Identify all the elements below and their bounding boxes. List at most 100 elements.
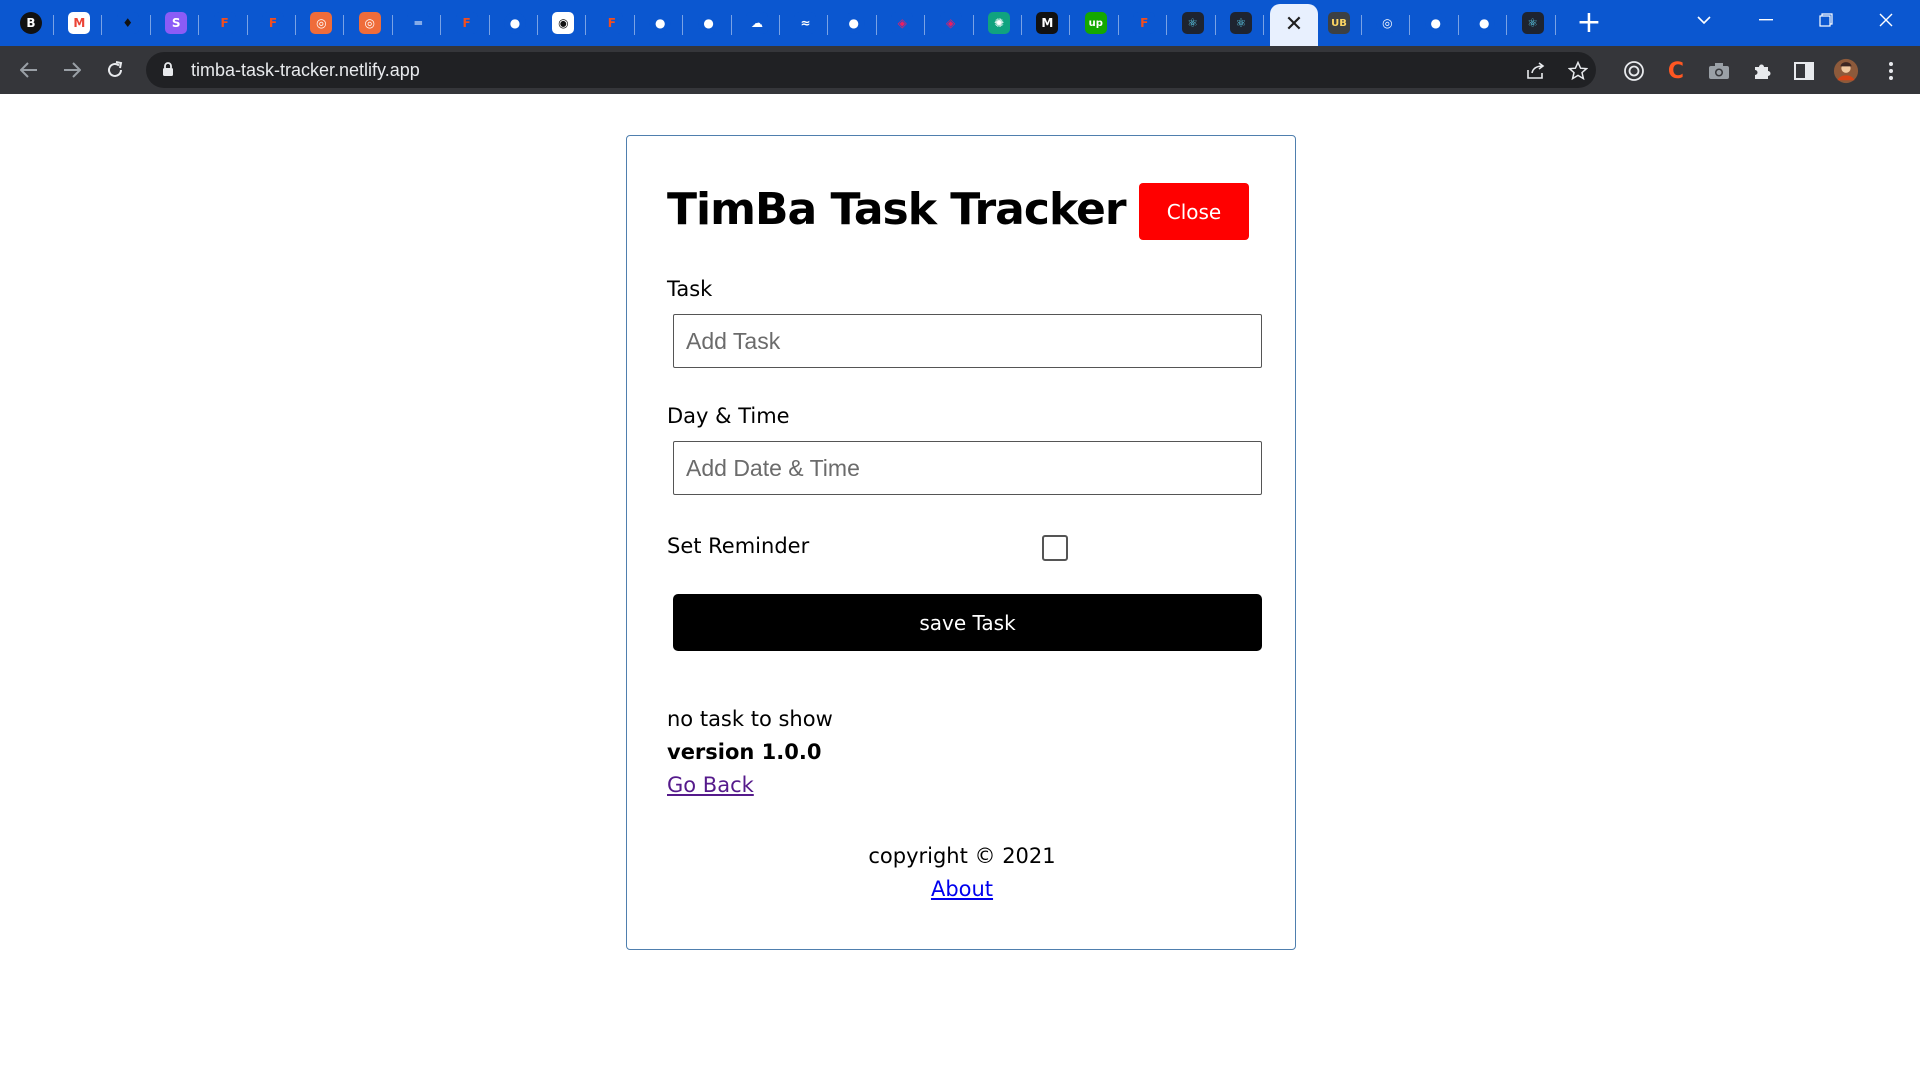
browser-tab[interactable]: ● — [1413, 4, 1459, 42]
browser-tab[interactable]: ♦ — [105, 4, 151, 42]
go-back-link[interactable]: Go Back — [667, 773, 754, 797]
bookmark-button[interactable] — [1567, 60, 1589, 82]
tab-separator — [149, 15, 151, 35]
back-button[interactable] — [12, 54, 46, 86]
browser-tab[interactable]: ● — [637, 4, 684, 42]
tab-separator — [440, 15, 442, 35]
restore-icon — [1819, 13, 1833, 27]
github-icon: ● — [649, 12, 672, 34]
active-tab[interactable]: ✕ — [1270, 4, 1318, 46]
side-panel-button[interactable] — [1791, 58, 1817, 84]
gem-favicon-icon: ♦ — [116, 12, 139, 34]
browser-tab[interactable]: up — [1073, 4, 1119, 42]
gmail-icon: M — [68, 12, 91, 34]
browser-tab[interactable]: S — [153, 4, 200, 42]
extension-camera-button[interactable] — [1706, 58, 1732, 84]
tab-separator — [779, 15, 780, 35]
layers-favicon-icon: ◈ — [891, 12, 914, 34]
address-bar[interactable]: timba-task-tracker.netlify.app — [146, 52, 1596, 88]
browser-tab[interactable]: ◈ — [928, 4, 974, 42]
tab-separator — [537, 15, 538, 35]
figma-icon: F — [1133, 12, 1156, 34]
browser-tab[interactable]: ◎ — [347, 4, 393, 42]
version-text: version 1.0.0 — [667, 740, 822, 764]
forward-button[interactable] — [55, 54, 89, 86]
github-icon: ● — [697, 12, 720, 34]
browser-tab[interactable]: F — [589, 4, 635, 42]
browser-tab[interactable]: ● — [492, 4, 538, 42]
browser-tab[interactable]: F — [250, 4, 296, 42]
tab-separator — [827, 15, 829, 35]
extension-c-button[interactable]: C — [1663, 58, 1689, 84]
browser-tab[interactable]: ⚛ — [1218, 4, 1264, 42]
browser-tab[interactable]: ☁ — [734, 4, 780, 42]
browser-tab[interactable]: ● — [1461, 4, 1508, 42]
chatgpt-icon: ✺ — [988, 12, 1010, 34]
browser-tab[interactable]: ◎ — [1364, 4, 1411, 42]
reload-button[interactable] — [98, 54, 132, 86]
tab-separator — [682, 15, 684, 35]
close-form-button[interactable]: Close — [1139, 183, 1249, 240]
browser-tab[interactable]: ✺ — [976, 4, 1022, 42]
browser-tab-strip: B M ♦ S F F ◎ ◎ ═ F ● ◉ F ● ● ☁ ≈ ● ◈ ◈ ✺ Mup F ⚛ ⚛ ✕ UB ◎ ● ● ⚛ + — [0, 0, 1920, 46]
react-icon: ⚛ — [1181, 12, 1204, 34]
profile-avatar[interactable] — [1833, 58, 1859, 84]
copyright-text: copyright © 2021 — [868, 844, 1056, 868]
tab-separator — [875, 15, 877, 35]
browser-tab[interactable]: M — [56, 4, 103, 42]
save-task-button[interactable]: save Task — [673, 594, 1262, 651]
tab-separator — [1166, 15, 1168, 35]
tab-separator — [295, 15, 296, 35]
browser-tab[interactable]: ⚛ — [1510, 4, 1556, 42]
url-text[interactable]: timba-task-tracker.netlify.app — [191, 60, 420, 81]
badge-favicon-icon: ◉ — [552, 12, 575, 34]
minimize-button[interactable] — [1736, 0, 1796, 40]
browser-tab[interactable]: M — [1024, 4, 1071, 42]
forward-arrow-icon — [64, 62, 81, 78]
medium-icon: M — [1036, 12, 1059, 34]
reminder-checkbox[interactable] — [1042, 535, 1068, 561]
new-tab-button[interactable]: + — [1572, 8, 1606, 38]
restore-button[interactable] — [1796, 0, 1856, 40]
tab-separator — [1214, 15, 1216, 35]
chevron-down-icon — [1697, 16, 1711, 25]
browser-tab[interactable]: ◉ — [540, 4, 587, 42]
datetime-label: Day & Time — [667, 404, 790, 428]
browser-tab[interactable]: ● — [686, 4, 732, 42]
task-input[interactable] — [673, 314, 1262, 368]
about-link-wrapper: About — [627, 877, 1297, 901]
browser-tab[interactable]: F — [1121, 4, 1168, 42]
cloud-favicon-icon: ☁ — [746, 12, 768, 34]
browser-toolbar: timba-task-tracker.netlify.app C — [0, 46, 1920, 94]
extensions-button[interactable] — [1749, 58, 1775, 84]
side-panel-icon — [1794, 62, 1814, 80]
browser-tab[interactable]: ◎ — [298, 4, 345, 42]
share-button[interactable] — [1525, 60, 1547, 82]
browser-tab[interactable]: ● — [831, 4, 877, 42]
tab-separator — [101, 15, 103, 35]
browser-menu-button[interactable] — [1878, 58, 1904, 84]
puzzle-icon — [1755, 64, 1771, 79]
browser-tab[interactable]: F — [202, 4, 248, 42]
tab-separator — [1409, 15, 1411, 35]
browser-tab[interactable]: ◈ — [879, 4, 926, 42]
about-link[interactable]: About — [931, 877, 993, 901]
dash-favicon-icon: ═ — [407, 12, 430, 34]
browser-tab[interactable]: UB — [1316, 4, 1362, 42]
extension-target-button[interactable] — [1621, 58, 1647, 84]
browser-tab[interactable]: ⚛ — [1170, 4, 1216, 42]
tab-search-button[interactable] — [1674, 0, 1734, 40]
close-tab-icon[interactable]: ✕ — [1285, 14, 1303, 36]
browser-tab[interactable]: F — [444, 4, 490, 42]
bold-b-favicon-icon: B — [20, 12, 42, 34]
lock-icon[interactable] — [162, 62, 174, 77]
datetime-input[interactable] — [673, 441, 1262, 495]
tab-separator — [1021, 15, 1022, 35]
empty-task-message: no task to show — [667, 707, 833, 731]
layers-favicon-icon: ◈ — [939, 12, 962, 34]
back-arrow-icon — [20, 62, 37, 78]
browser-tab[interactable]: B — [8, 4, 54, 42]
browser-tab[interactable]: ≈ — [782, 4, 829, 42]
close-window-button[interactable] — [1856, 0, 1916, 40]
browser-tab[interactable]: ═ — [395, 4, 442, 42]
